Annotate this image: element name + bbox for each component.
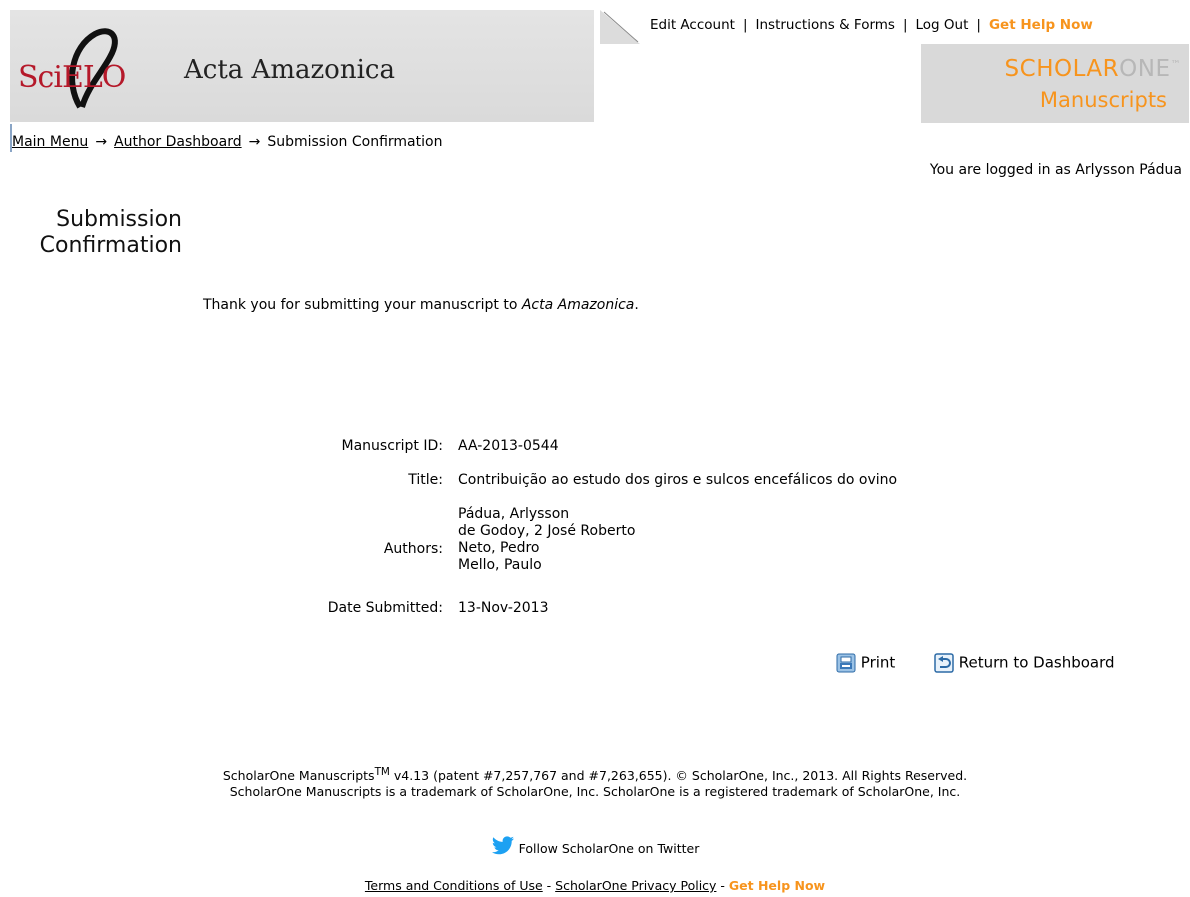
authors-label: Authors: — [383, 541, 443, 557]
author-item: Pádua, Arlysson — [458, 506, 570, 522]
date-submitted-value: 13-Nov-2013 — [458, 600, 549, 616]
scielo-logo-text: SciELO — [18, 60, 126, 95]
breadcrumb-arrow-icon: → — [248, 134, 261, 150]
instructions-forms-link[interactable]: Instructions & Forms — [756, 17, 895, 33]
breadcrumb-current: Submission Confirmation — [267, 134, 443, 150]
thank-you-suffix: . — [634, 297, 639, 313]
footer-version-text: v4.13 (patent #7,257,767 and #7,263,655)… — [389, 768, 968, 784]
footer-copyright: ScholarOne ManuscriptsTM v4.13 (patent #… — [0, 764, 1190, 800]
twitter-bird-icon — [491, 836, 514, 855]
footer-get-help-link[interactable]: Get Help Now — [729, 878, 825, 893]
twitter-follow[interactable]: Follow ScholarOne on Twitter — [0, 836, 1190, 856]
manuscript-id-value: AA-2013-0544 — [458, 438, 559, 454]
printer-icon — [836, 653, 856, 673]
return-label: Return to Dashboard — [958, 653, 1115, 672]
scholarone-wordmark-one: ONE — [1119, 56, 1171, 82]
edit-account-link[interactable]: Edit Account — [650, 17, 735, 33]
logged-in-status: You are logged in as Arlysson Pádua — [929, 162, 1182, 178]
trademark-symbol: ™ — [1170, 59, 1181, 71]
scholarone-wordmark-scholar: SCHOLAR — [1004, 56, 1120, 82]
footer-line-2: ScholarOne Manuscripts is a trademark of… — [229, 784, 961, 800]
title-value: Contribuição ao estudo dos giros e sulco… — [458, 472, 898, 488]
date-submitted-label: Date Submitted: — [327, 600, 443, 616]
footer-links: Terms and Conditions of Use - ScholarOne… — [0, 878, 1190, 893]
scielo-logo: SciELO — [10, 28, 150, 112]
get-help-now-link[interactable]: Get Help Now — [989, 17, 1093, 33]
thank-you-prefix: Thank you for submitting your manuscript… — [203, 297, 522, 313]
author-item: Mello, Paulo — [458, 557, 542, 573]
top-nav: Edit Account | Instructions & Forms | Log Ou… — [650, 17, 1093, 33]
return-icon — [934, 653, 954, 673]
breadcrumb: Main Menu → Author Dashboard → Submission Co… — [12, 134, 442, 150]
nav-separator: | — [902, 17, 908, 33]
footer-product-name: ScholarOne Manuscripts — [222, 768, 375, 784]
page-title-line1: Submission — [56, 207, 182, 232]
thank-you-journal: Acta Amazonica — [521, 297, 635, 313]
scholarone-manuscripts-text: Manuscripts — [1039, 88, 1167, 112]
corner-tab-graphic — [600, 10, 640, 44]
twitter-follow-label: Follow ScholarOne on Twitter — [518, 841, 700, 856]
scholarone-wordmark: SCHOLARONE™ — [1005, 56, 1181, 82]
breadcrumb-arrow-icon: → — [95, 134, 108, 150]
author-item: de Godoy, 2 José Roberto — [458, 523, 636, 539]
print-label: Print — [860, 653, 896, 672]
log-out-link[interactable]: Log Out — [916, 17, 969, 33]
authors-list: Pádua, Arlysson de Godoy, 2 José Roberto… — [458, 506, 635, 574]
page-title: Submission Confirmation — [40, 207, 182, 259]
title-label: Title: — [408, 472, 443, 488]
return-to-dashboard-button[interactable]: Return to Dashboard — [934, 653, 1115, 673]
footer-trademark: TM — [374, 766, 390, 778]
manuscript-id-label: Manuscript ID: — [341, 438, 444, 454]
terms-link[interactable]: Terms and Conditions of Use — [365, 878, 543, 893]
nav-separator: | — [976, 17, 981, 33]
thank-you-message: Thank you for submitting your manuscript… — [203, 297, 639, 313]
breadcrumb-main-menu[interactable]: Main Menu — [12, 134, 88, 150]
author-item: Neto, Pedro — [458, 540, 540, 556]
privacy-policy-link[interactable]: ScholarOne Privacy Policy — [555, 878, 716, 893]
print-button[interactable]: Print — [836, 653, 895, 673]
nav-separator: | — [742, 17, 748, 33]
footer-line-1: ScholarOne ManuscriptsTM v4.13 (patent #… — [0, 764, 1190, 784]
footer-dash: - — [716, 878, 729, 893]
breadcrumb-author-dashboard[interactable]: Author Dashboard — [114, 134, 242, 150]
journal-title: Acta Amazonica — [184, 55, 395, 85]
page-title-line2: Confirmation — [39, 233, 182, 258]
scholarone-logo: SCHOLARONE™ Manuscripts — [921, 44, 1189, 123]
footer-dash: - — [542, 878, 556, 893]
